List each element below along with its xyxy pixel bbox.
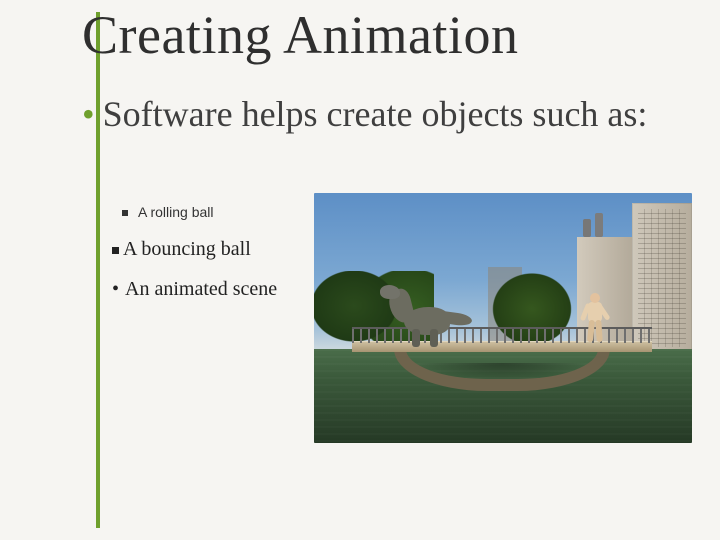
square-bullet-icon (122, 210, 128, 216)
sub-bullet-rolling: A rolling ball (122, 204, 214, 220)
sub-bullet-rolling-text: A rolling ball (138, 204, 214, 220)
main-bullet-text: Software helps create objects such as: (103, 94, 648, 134)
sub-bullet-scene: • An animated scene (112, 278, 277, 301)
bullet-dot-icon: • (112, 278, 119, 300)
sub-bullet-bouncing: A bouncing ball (112, 238, 251, 261)
bullet-dot-icon: • (82, 94, 95, 134)
sub-bullet-bouncing-text: A bouncing ball (123, 238, 251, 260)
square-bullet-icon (112, 247, 119, 254)
dinosaur-icon (386, 289, 466, 349)
main-bullet: •Software helps create objects such as: (82, 90, 700, 139)
slide-title: Creating Animation (82, 4, 518, 66)
slide: Creating Animation •Software helps creat… (0, 0, 720, 540)
animated-scene-image (314, 193, 692, 443)
sub-bullet-scene-text: An animated scene (125, 278, 277, 300)
person-icon (582, 293, 608, 347)
